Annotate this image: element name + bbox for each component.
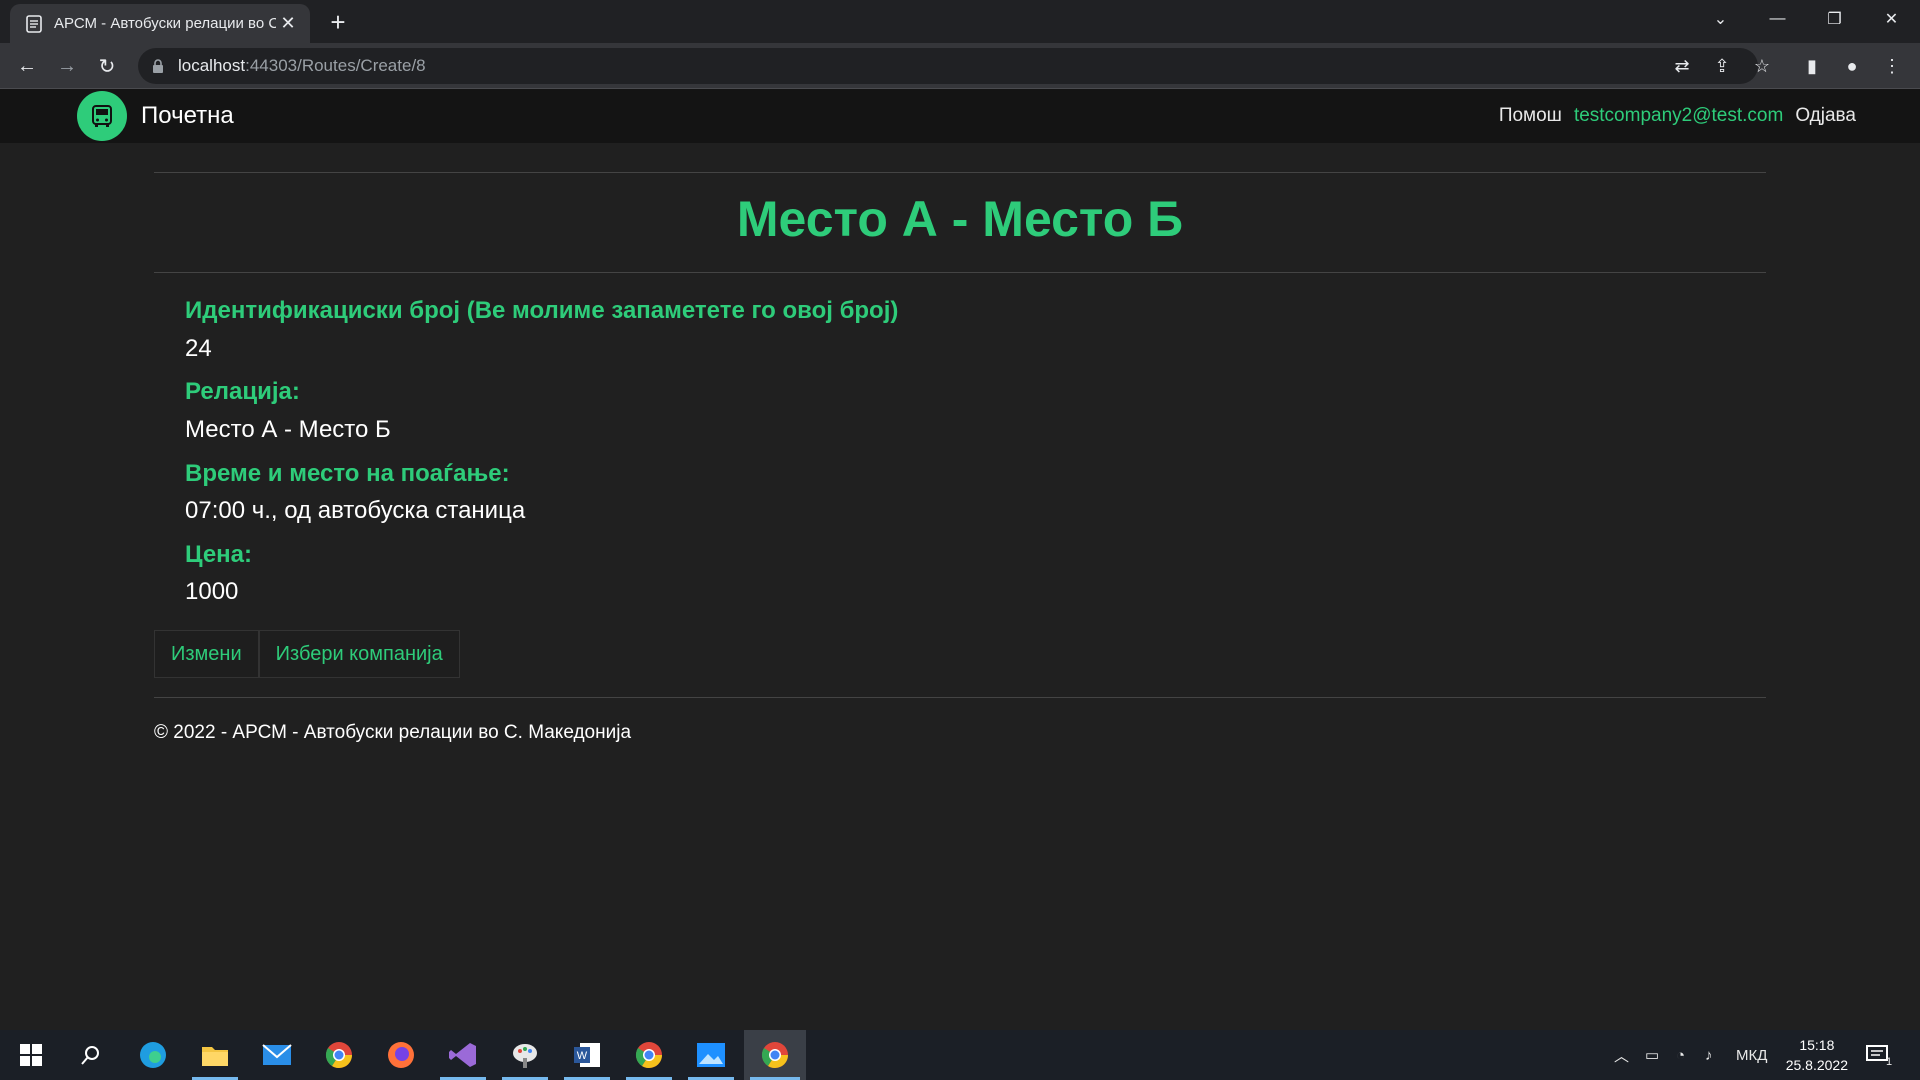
chrome-active-icon[interactable] [744, 1030, 806, 1080]
id-value: 24 [185, 335, 212, 362]
firefox-icon[interactable] [372, 1030, 430, 1080]
footer-text: © 2022 - АРСМ - Автобуски релации во С. … [154, 722, 632, 743]
tab-title: АРСМ - Автобуски релации во С [54, 15, 276, 32]
mail-icon[interactable] [248, 1030, 306, 1080]
price-label: Цена: [185, 541, 253, 568]
word-icon[interactable]: W [558, 1030, 616, 1080]
route-label: Релација: [185, 378, 300, 405]
notification-count: 1 [1886, 1056, 1893, 1068]
brand-link[interactable]: Почетна [77, 91, 234, 141]
edge-icon[interactable] [124, 1030, 182, 1080]
departure-label: Време и место на поаѓање: [185, 460, 510, 487]
tab-search-icon[interactable]: ⌄ [1692, 0, 1749, 38]
nav-user-link[interactable]: testcompany2@test.com [1568, 105, 1789, 127]
nav-logout-link[interactable]: Одјава [1789, 105, 1862, 127]
divider-footer [154, 697, 1766, 698]
url-host: localhost [178, 56, 246, 75]
action-buttons: Измени Избери компанија [154, 630, 460, 678]
clock-time: 15:18 [1799, 1037, 1835, 1053]
visual-studio-icon[interactable] [434, 1030, 492, 1080]
bus-logo-icon [77, 91, 127, 141]
lock-icon [152, 59, 164, 73]
new-tab-button[interactable]: + [322, 6, 354, 38]
tray-chevron-icon[interactable]: ︿ [1614, 1030, 1629, 1080]
photos-icon[interactable] [682, 1030, 740, 1080]
address-bar[interactable]: localhost:44303/Routes/Create/8 [138, 48, 1758, 84]
divider-title [154, 272, 1766, 273]
side-panel-icon[interactable]: ▮ [1796, 50, 1828, 82]
id-label: Идентификациски број (Ве молиме запамете… [185, 297, 899, 324]
brand-home-link[interactable]: Почетна [141, 102, 234, 130]
volume-icon[interactable]: ♪ [1705, 1030, 1713, 1080]
clock[interactable]: 15:18 25.8.2022 [1786, 1035, 1848, 1075]
close-window-button[interactable]: ✕ [1863, 0, 1920, 38]
divider-top [154, 172, 1766, 173]
nav-help-link[interactable]: Помош [1493, 105, 1568, 127]
paint-icon[interactable] [496, 1030, 554, 1080]
route-value: Место А - Место Б [185, 416, 391, 443]
svg-text:W: W [577, 1050, 588, 1062]
windows-taskbar: W ︿ ▭ ◔ ♪ МКД 15:18 25.8.2022 1 [0, 1030, 1920, 1080]
chrome-icon[interactable] [310, 1030, 368, 1080]
site-navbar: Почетна Помош testcompany2@test.com Одја… [0, 89, 1920, 143]
bookmark-star-icon[interactable]: ☆ [1746, 50, 1778, 82]
search-icon[interactable] [62, 1030, 120, 1080]
notifications-icon[interactable]: 1 [1866, 1030, 1892, 1080]
translate-icon[interactable]: ⇄ [1666, 50, 1698, 82]
clock-date: 25.8.2022 [1785, 1057, 1848, 1073]
tab-close-icon[interactable]: ✕ [276, 13, 300, 34]
language-indicator[interactable]: МКД [1736, 1030, 1767, 1080]
chrome-icon[interactable] [620, 1030, 678, 1080]
wifi-icon[interactable]: ◔ [1676, 1030, 1685, 1080]
choose-company-button[interactable]: Избери компанија [258, 630, 460, 678]
browser-toolbar: ← → ↻ localhost:44303/Routes/Create/8 ⇄ … [0, 43, 1920, 89]
restore-button[interactable]: ❐ [1806, 0, 1863, 38]
battery-icon[interactable]: ▭ [1645, 1030, 1659, 1080]
start-icon[interactable] [2, 1030, 60, 1080]
reload-button[interactable]: ↻ [91, 50, 123, 82]
forward-button[interactable]: → [51, 50, 83, 82]
page-title: Место А - Место Б [736, 191, 1184, 247]
menu-icon[interactable]: ⋮ [1876, 50, 1908, 82]
profile-icon[interactable]: ● [1836, 50, 1868, 82]
departure-value: 07:00 ч., од автобуска станица [185, 497, 526, 524]
browser-tab[interactable]: АРСМ - Автобуски релации во С ✕ [10, 4, 310, 43]
url-path: :44303/Routes/Create/8 [245, 56, 426, 75]
price-value: 1000 [185, 578, 239, 605]
nav-links: Помош testcompany2@test.com Одјава [1493, 89, 1862, 143]
browser-tab-bar: АРСМ - Автобуски релации во С ✕ + ⌄ — ❐ … [0, 0, 1920, 43]
minimize-button[interactable]: — [1749, 0, 1806, 38]
back-button[interactable]: ← [11, 50, 43, 82]
file-explorer-icon[interactable] [186, 1030, 244, 1080]
share-icon[interactable]: ⇪ [1706, 50, 1738, 82]
edit-button[interactable]: Измени [154, 630, 259, 678]
page-icon [24, 14, 44, 34]
